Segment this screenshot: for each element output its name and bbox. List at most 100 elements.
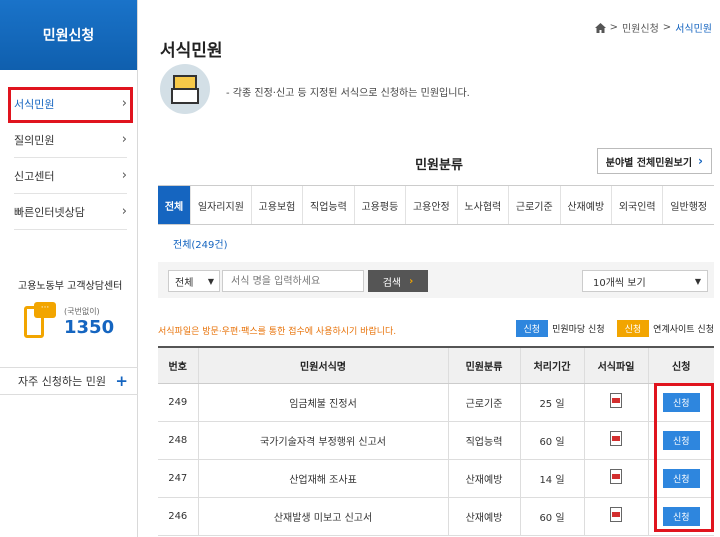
- breadcrumb-sep: >: [662, 22, 672, 33]
- tab-all[interactable]: 전체: [158, 186, 192, 224]
- chevron-right-icon: ›: [121, 132, 127, 147]
- apply-cell: 신청: [648, 459, 714, 498]
- pdf-file-icon[interactable]: [610, 469, 622, 484]
- sidebar-item-label: 빠른인터넷상담: [14, 205, 85, 219]
- tab-labor-standards[interactable]: 근로기준: [509, 186, 561, 224]
- sidebar-item-form-civil[interactable]: 서식민원 ›: [14, 86, 127, 122]
- apply-button[interactable]: 신청: [662, 506, 700, 526]
- chevron-right-icon: ›: [698, 154, 703, 168]
- row-number: 248: [158, 421, 199, 460]
- apply-button[interactable]: 신청: [662, 430, 700, 450]
- row-category: 근로기준: [448, 383, 521, 422]
- column-header: 신청: [648, 347, 714, 384]
- view-all-categories-button[interactable]: 분야별 전체민원보기 ›: [596, 148, 712, 174]
- sidebar-item-quick-consult[interactable]: 빠른인터넷상담 ›: [14, 194, 127, 230]
- row-category: 직업능력: [448, 421, 521, 460]
- search-input[interactable]: [222, 270, 364, 292]
- tab-vocational-skills[interactable]: 직업능력: [303, 186, 355, 224]
- category-header: 민원분류 분야별 전체민원보기 ›: [158, 148, 720, 176]
- form-name-link[interactable]: 임금체불 진정서: [198, 383, 449, 422]
- apply-legend: 신청 민원마당 신청 신청 연계사이트 신청: [515, 320, 714, 337]
- tab-accident-prevention[interactable]: 산재예방: [561, 186, 612, 224]
- form-file-cell: [584, 459, 649, 498]
- apply-button[interactable]: 신청: [662, 392, 700, 412]
- row-period: 14 일: [520, 459, 585, 498]
- sidebar-item-report-center[interactable]: 신고센터 ›: [14, 158, 127, 194]
- tab-employment-stability[interactable]: 고용안정: [406, 186, 458, 224]
- consult-number-block: (국번없이) 1350: [64, 306, 114, 338]
- frequent-label: 자주 신청하는 민원: [18, 375, 106, 388]
- pdf-file-icon[interactable]: [610, 431, 622, 446]
- form-file-cell: [584, 497, 649, 536]
- tab-employment-equality[interactable]: 고용평등: [355, 186, 407, 224]
- chevron-right-icon: ›: [121, 96, 127, 111]
- table-row: 246 산재발생 미보고 신고서 산재예방 60 일 신청: [158, 497, 714, 536]
- form-name-link[interactable]: 국가기술자격 부정행위 신고서: [198, 421, 449, 460]
- category-tabs: 전체 일자리지원 고용보험 직업능력 고용평등 고용안정 노사협력 근로기준 산…: [158, 185, 714, 225]
- legend-blue-text: 민원마당 신청: [552, 325, 605, 335]
- breadcrumb-sep: >: [609, 22, 618, 33]
- pdf-file-icon[interactable]: [610, 393, 622, 408]
- table-header-row: 번호 민원서식명 민원분류 처리기간 서식파일 신청: [158, 347, 714, 384]
- breadcrumb-item[interactable]: 민원신청: [622, 20, 659, 35]
- consult-title: 고용노동부 고객상담센터: [18, 281, 123, 292]
- column-header: 서식파일: [584, 347, 649, 384]
- page-size-select[interactable]: 10개씩 보기 ▼: [582, 270, 708, 292]
- row-period: 25 일: [520, 383, 585, 422]
- consult-body: ··· (국번없이) 1350: [22, 302, 130, 342]
- result-count: 전체(249건): [173, 240, 228, 251]
- breadcrumb-current: 서식민원: [675, 24, 712, 35]
- chevron-right-icon: ›: [409, 275, 414, 287]
- notice-row: 서식파일은 방문·우편·팩스를 통한 접수에 사용하시기 바랍니다. 신청 민원…: [158, 320, 720, 338]
- form-name-link[interactable]: 산재발생 미보고 신고서: [198, 497, 449, 536]
- form-name-link[interactable]: 산업재해 조사표: [198, 459, 449, 498]
- row-number: 249: [158, 383, 199, 422]
- chevron-right-icon: ›: [121, 204, 127, 219]
- row-period: 60 일: [520, 421, 585, 460]
- row-period: 60 일: [520, 497, 585, 536]
- search-button[interactable]: 검색 ›: [368, 270, 428, 292]
- row-category: 산재예방: [448, 497, 521, 536]
- tab-employment-insurance[interactable]: 고용보험: [252, 186, 304, 224]
- sidebar-item-inquiry[interactable]: 질의민원 ›: [14, 122, 127, 158]
- breadcrumb: > 민원신청 > 서식민원: [594, 20, 712, 35]
- sidebar-item-label: 신고센터: [14, 169, 55, 183]
- apply-button[interactable]: 신청: [662, 468, 700, 488]
- search-button-label: 검색: [382, 277, 402, 289]
- page-title: 서식민원: [160, 41, 223, 61]
- civil-form-table: 번호 민원서식명 민원분류 처리기간 서식파일 신청 249 임금체불 진정서 …: [158, 346, 714, 536]
- form-file-cell: [584, 421, 649, 460]
- legend-yellow-badge: 신청: [616, 320, 650, 337]
- search-scope-value: 전체: [175, 277, 194, 289]
- phone-chat-icon: ···: [22, 302, 58, 342]
- tab-job-support[interactable]: 일자리지원: [191, 186, 252, 224]
- table-row: 247 산업재해 조사표 산재예방 14 일 신청: [158, 459, 714, 498]
- legend-blue-badge: 신청: [515, 320, 549, 337]
- form-file-cell: [584, 383, 649, 422]
- search-scope-select[interactable]: 전체 ▼: [168, 270, 220, 292]
- apply-cell: 신청: [648, 421, 714, 460]
- tab-foreign-workforce[interactable]: 외국인력: [612, 186, 664, 224]
- legend-yellow-text: 연계사이트 신청: [653, 325, 714, 335]
- row-category: 산재예방: [448, 459, 521, 498]
- apply-cell: 신청: [648, 497, 714, 536]
- tab-labor-cooperation[interactable]: 노사협력: [458, 186, 510, 224]
- table-row: 248 국가기술자격 부정행위 신고서 직업능력 60 일 신청: [158, 421, 714, 460]
- view-all-label: 분야별 전체민원보기: [605, 157, 693, 169]
- form-file-notice: 서식파일은 방문·우편·팩스를 통한 접수에 사용하시기 바랍니다.: [158, 327, 397, 337]
- frequent-civil-link[interactable]: 자주 신청하는 민원 +: [0, 367, 138, 395]
- pdf-file-icon[interactable]: [610, 507, 622, 522]
- plus-icon: +: [115, 372, 128, 390]
- search-bar: 전체 ▼ 검색 › 10개씩 보기 ▼: [158, 262, 714, 298]
- sidebar-item-label: 질의민원: [14, 133, 55, 147]
- home-icon[interactable]: [594, 22, 606, 33]
- intro-text: - 각종 진정·신고 등 지정된 서식으로 신청하는 민원입니다.: [226, 88, 470, 99]
- main-content: > 민원신청 > 서식민원 서식민원 - 각종 진정·신고 등 지정된 서식으로…: [138, 0, 720, 537]
- sidebar-title: 민원신청: [0, 0, 137, 70]
- column-header: 번호: [158, 347, 199, 384]
- chevron-right-icon: ›: [121, 168, 127, 183]
- sidebar-menu: 서식민원 › 질의민원 › 신고센터 › 빠른인터넷상담 ›: [0, 86, 137, 230]
- row-number: 246: [158, 497, 199, 536]
- column-header: 민원분류: [448, 347, 521, 384]
- tab-general-admin[interactable]: 일반행정: [663, 186, 713, 224]
